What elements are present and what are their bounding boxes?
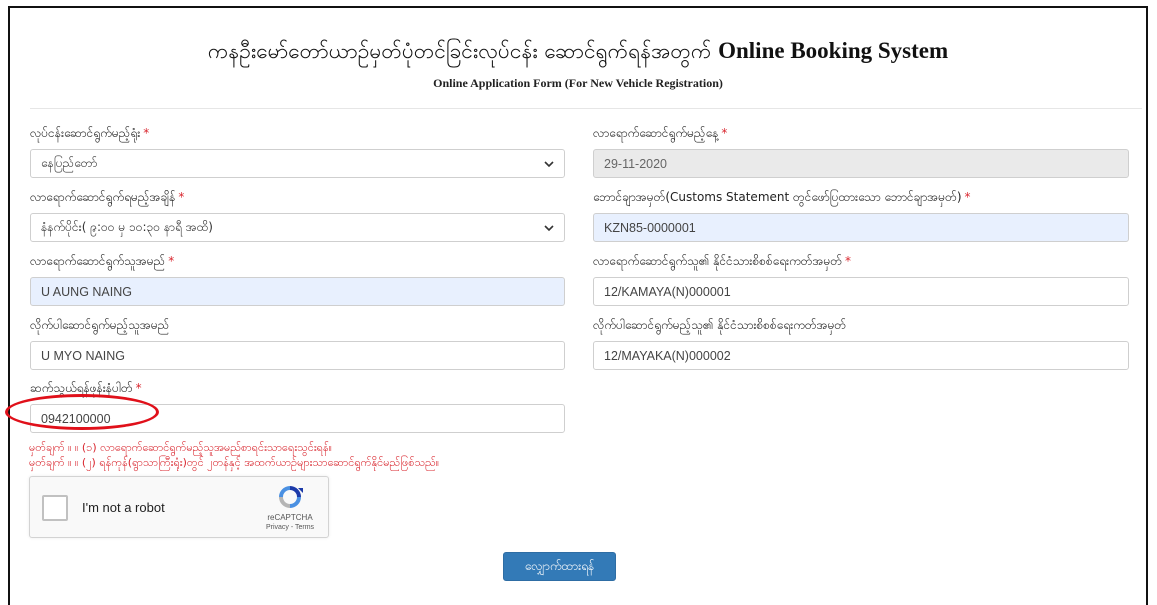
page-title-myanmar: ကနဦးမော်တော်ယာဉ်မှတ်ပုံတင်ခြင်းလုပ်ငန်း … [207,39,712,63]
office-select-value: နေပြည်တော် [41,155,98,170]
companion-name-input-value: U MYO NAING [41,348,126,363]
required-marker: * [964,190,971,204]
time-select-value: နံနက်ပိုင်း( ၉:၀၀ မှ ၁၀:၃၀ နာရီ အထိ) [41,219,213,234]
companion-name-input[interactable]: U MYO NAING [30,341,565,370]
header-divider [30,108,1142,109]
companion-name-label: လိုက်ပါဆောင်ရွက်မည့်သူအမည် [30,318,170,332]
invoice-input-value: KZN85-0000001 [604,220,696,235]
chevron-down-icon [544,225,554,232]
date-field-value: 29-11-2020 [604,156,668,171]
recaptcha-brand: reCAPTCHA [267,513,313,522]
applicant-nrc-input[interactable]: 12/KAMAYA(N)000001 [593,277,1129,306]
recaptcha-links[interactable]: Privacy - Terms [258,524,322,531]
office-label: လုပ်ငန်းဆောင်ရွက်မည့်ရုံး * [30,126,150,140]
recaptcha-label: I'm not a robot [82,500,165,515]
page-title: ကနဦးမော်တော်ယာဉ်မှတ်ပုံတင်ခြင်းလုပ်ငန်း … [10,38,1146,69]
note-1: မှတ်ချက် ။ ။ (၁) လာရောက်ဆောင်ရွက်မည့်သူအ… [29,441,332,454]
chevron-down-icon [544,161,554,168]
applicant-nrc-input-value: 12/KAMAYA(N)000001 [604,284,731,299]
date-field: 29-11-2020 [593,149,1129,178]
applicant-name-label: လာရောက်ဆောင်ရွက်သူအမည် * [30,254,175,268]
note-2: မှတ်ချက် ။ ။ (၂) ရန်ကုန်(ရွာသာကြီးရုံး)တ… [29,456,440,469]
highlight-circle [5,394,159,430]
recaptcha-icon [279,486,303,508]
date-label: လာရောက်ဆောင်ရွက်မည့်နေ့ * [593,126,728,140]
required-marker: * [135,381,142,395]
office-select[interactable]: နေပြည်တော် [30,149,565,178]
applicant-name-input-value: U AUNG NAING [41,284,132,299]
required-marker: * [143,126,150,140]
companion-nrc-label: လိုက်ပါဆောင်ရွက်မည့်သူ၏ နိုင်ငံသားစိစစ်ရ… [593,318,847,332]
required-marker: * [721,126,728,140]
applicant-name-input[interactable]: U AUNG NAING [30,277,565,306]
invoice-label: ဘောင်ချာအမှတ်(Customs Statement တွင်ဖော်… [593,190,971,204]
required-marker: * [168,254,175,268]
recaptcha-widget: I'm not a robot reCAPTCHA Privacy - Term… [29,476,329,538]
invoice-input[interactable]: KZN85-0000001 [593,213,1129,242]
page-title-latin: Online Booking System [718,38,949,63]
required-marker: * [178,190,185,204]
recaptcha-checkbox[interactable] [42,495,68,521]
submit-button[interactable]: လျှောက်ထားရန် [503,552,616,581]
time-select[interactable]: နံနက်ပိုင်း( ၉:၀၀ မှ ၁၀:၃၀ နာရီ အထိ) [30,213,565,242]
required-marker: * [845,254,852,268]
applicant-nrc-label: လာရောက်ဆောင်ရွက်သူ၏ နိုင်ငံသားစိစစ်ရေးကတ… [593,254,852,268]
page-subtitle: Online Application Form (For New Vehicle… [433,76,723,90]
time-label: လာရောက်ဆောင်ရွက်ရမည့်အချိန် * [30,190,185,204]
companion-nrc-input-value: 12/MAYAKA(N)000002 [604,348,731,363]
companion-nrc-input[interactable]: 12/MAYAKA(N)000002 [593,341,1129,370]
